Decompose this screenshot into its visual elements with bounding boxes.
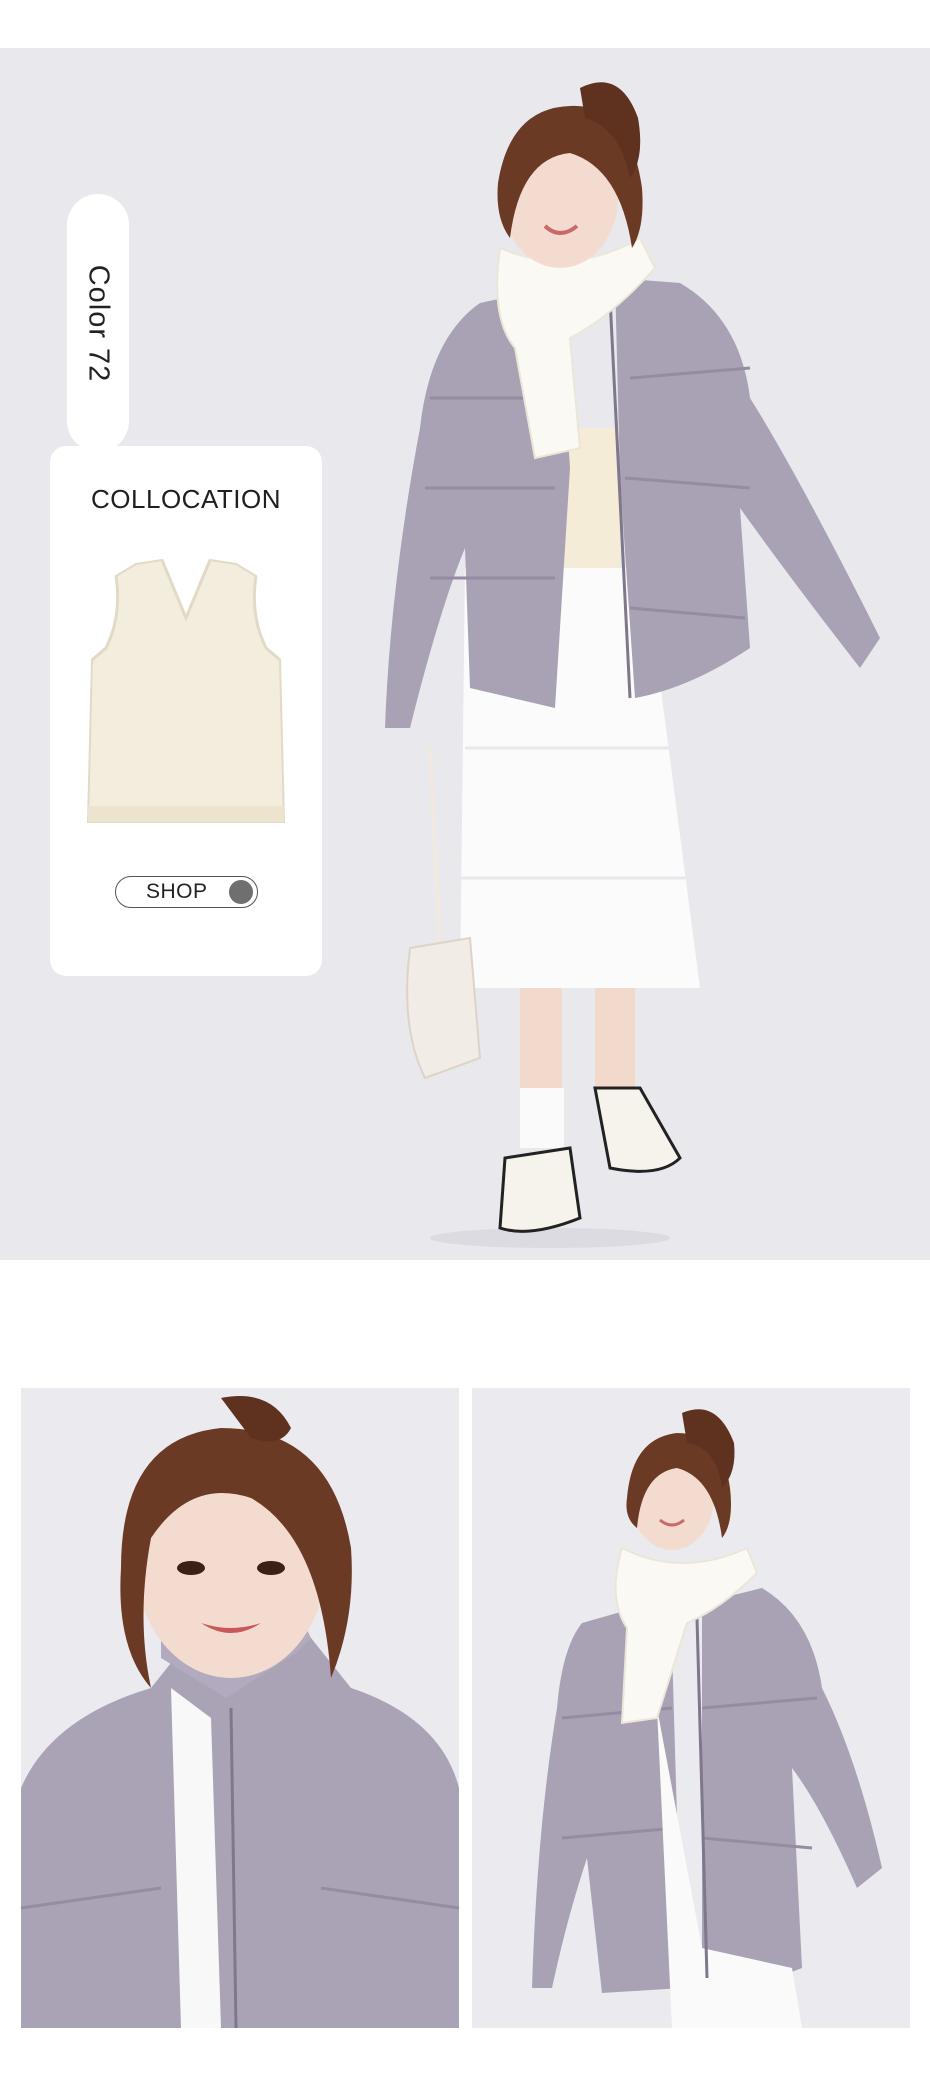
hero-banner: Color 72 COLLOCATION SHOP bbox=[0, 48, 930, 1260]
vest-product-image[interactable] bbox=[80, 556, 292, 826]
collocation-title: COLLOCATION bbox=[91, 484, 281, 514]
closeup-photo bbox=[21, 1388, 459, 2028]
model-full-body-photo bbox=[370, 48, 910, 1260]
collocation-card: COLLOCATION SHOP bbox=[50, 446, 322, 976]
color-label: Color 72 bbox=[82, 264, 115, 382]
shop-button[interactable]: SHOP bbox=[115, 876, 258, 908]
shop-button-dot-icon bbox=[229, 880, 253, 904]
color-label-pill: Color 72 bbox=[67, 194, 129, 452]
side-view-photo bbox=[472, 1388, 910, 2028]
shop-button-label: SHOP bbox=[146, 880, 208, 903]
